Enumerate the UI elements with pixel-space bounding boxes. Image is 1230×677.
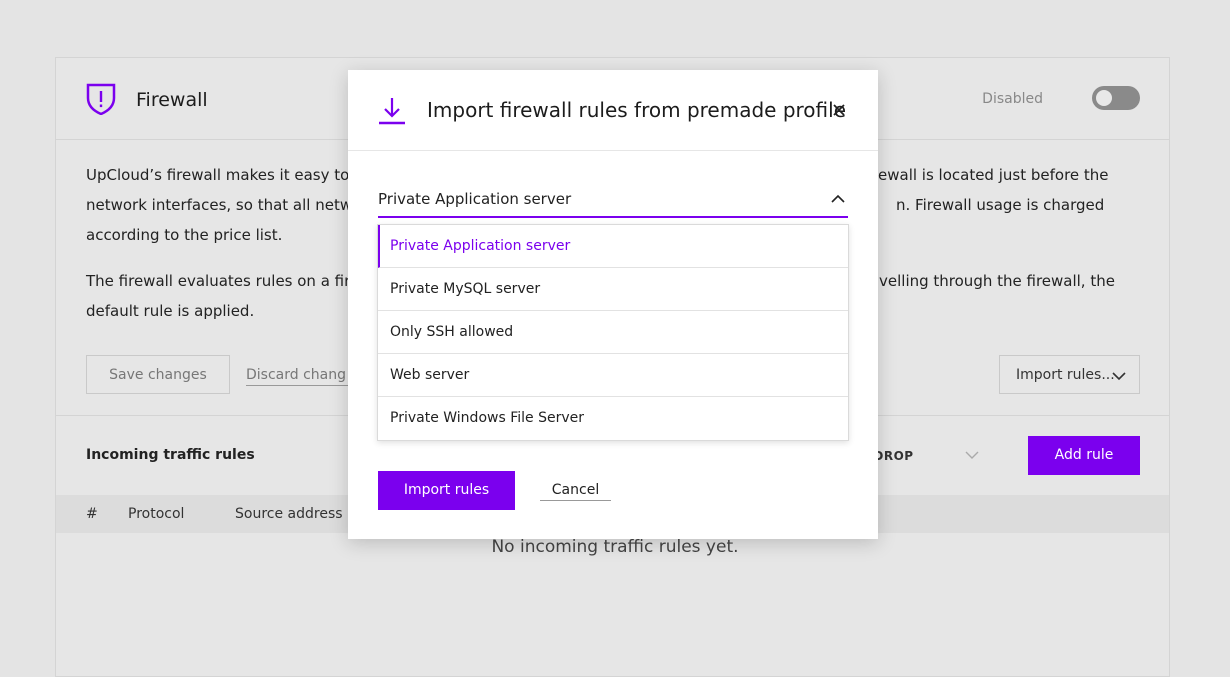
page-title: Firewall [136, 89, 208, 111]
default-rule-value: DROP [873, 449, 914, 463]
profile-select-value: Private Application server [378, 190, 572, 208]
option-web-server[interactable]: Web server [378, 354, 848, 397]
description-line-2-right: n. Firewall usage is charged [896, 196, 1105, 214]
save-changes-button[interactable]: Save changes [86, 355, 230, 394]
import-rules-button[interactable]: Import rules [378, 471, 515, 510]
description-line-2: network interfaces, so that all netwo [86, 196, 362, 214]
option-private-windows-file-server[interactable]: Private Windows File Server [378, 397, 848, 440]
column-number: # [86, 506, 98, 522]
option-private-mysql-server[interactable]: Private MySQL server [378, 268, 848, 311]
cancel-button[interactable]: Cancel [540, 482, 611, 501]
description-line-1: UpCloud’s firewall makes it easy to l [86, 166, 359, 184]
add-rule-button[interactable]: Add rule [1028, 436, 1140, 475]
modal-title: Import firewall rules from premade profi… [427, 98, 846, 122]
profile-select[interactable]: Private Application server [378, 182, 848, 218]
chevron-up-icon [831, 194, 845, 203]
evaluation-line-2: default rule is applied. [86, 302, 255, 320]
status-label: Disabled [982, 91, 1043, 107]
toggle-knob [1096, 90, 1112, 106]
empty-rules-message: No incoming traffic rules yet. [491, 537, 739, 557]
description-line-1-right: ewall is located just before the [878, 166, 1109, 184]
shield-alert-icon [86, 83, 116, 115]
option-only-ssh-allowed[interactable]: Only SSH allowed [378, 311, 848, 354]
import-rules-label: Import rules... [1016, 367, 1115, 383]
download-icon [379, 98, 405, 125]
incoming-traffic-title: Incoming traffic rules [86, 447, 255, 463]
modal-header: Import firewall rules from premade profi… [348, 70, 878, 151]
description-line-3: according to the price list. [86, 226, 283, 244]
evaluation-line-1-right: velling through the firewall, the [879, 272, 1115, 290]
chevron-down-icon[interactable] [964, 447, 980, 463]
evaluation-line-1: The firewall evaluates rules on a first [86, 272, 364, 290]
import-rules-dropdown[interactable]: Import rules... [999, 355, 1140, 394]
import-rules-modal: Import firewall rules from premade profi… [348, 70, 878, 539]
column-source-address: Source address [235, 506, 343, 522]
discard-changes-link[interactable]: Discard chang [246, 367, 356, 386]
close-icon[interactable] [830, 101, 848, 119]
firewall-toggle[interactable] [1092, 86, 1140, 110]
chevron-down-icon [1112, 372, 1126, 381]
column-protocol: Protocol [128, 506, 185, 522]
option-private-application-server[interactable]: Private Application server [378, 225, 848, 268]
profile-options: Private Application server Private MySQL… [377, 224, 849, 441]
